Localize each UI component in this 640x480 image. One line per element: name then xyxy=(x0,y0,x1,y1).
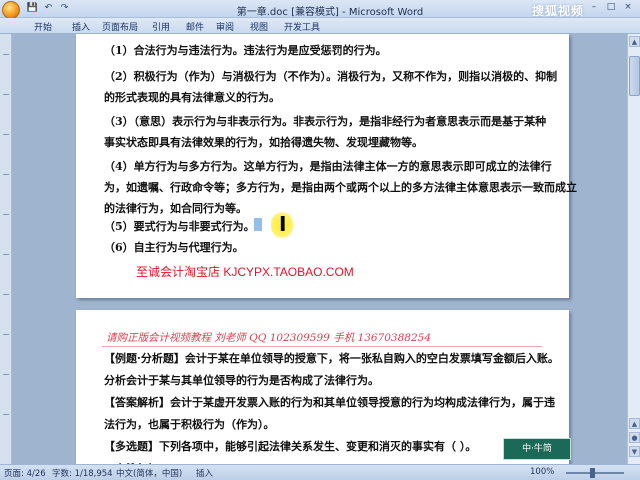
ribbon-tabs: 开始 插入 页面布局 引用 邮件 审阅 视图 开发工具 xyxy=(0,18,640,34)
header-rule xyxy=(102,346,542,347)
document-page[interactable]: 请购正版会计视频教程 刘老师 QQ 102309599 手机 136703882… xyxy=(76,310,569,475)
paragraph-line: 法行为，也属于积极行为（作为）。 xyxy=(104,418,275,431)
ibeam-cursor-icon: I xyxy=(279,212,287,236)
next-page-icon[interactable]: ▼ xyxy=(629,446,640,457)
scroll-thumb[interactable] xyxy=(629,56,640,96)
tab-page-layout[interactable]: 页面布局 xyxy=(102,20,138,33)
zoom-slider-handle[interactable] xyxy=(590,468,595,478)
tab-home[interactable]: 开始 xyxy=(34,20,52,33)
paragraph-line: （4）单方行为与多方行为。这单方行为，是指由法律主体一方的意思表示即可成立的法律… xyxy=(104,160,552,173)
office-button[interactable] xyxy=(2,1,20,19)
paragraph-line: （3）（意思）表示行为与非表示行为。非表示行为，是指非经行为者意思表示而是基于某… xyxy=(104,115,547,128)
insert-mode[interactable]: 插入 xyxy=(196,467,213,479)
zoom-slider[interactable] xyxy=(566,472,624,474)
redo-icon[interactable]: ↷ xyxy=(58,2,71,15)
status-bar: 页面: 4/26 字数: 1/18,954 中文(简体，中国) 插入 100% xyxy=(0,464,640,480)
paragraph-line: （6）自主行为与代理行为。 xyxy=(104,241,244,254)
watermark-logo: 搜狐视频 xyxy=(532,4,585,18)
browse-object-icon[interactable]: ● xyxy=(629,432,640,443)
minimize-button[interactable]: – xyxy=(586,0,602,14)
header-ad: 请购正版会计视频教程 刘老师 QQ 102309599 手机 136703882… xyxy=(106,332,432,344)
paragraph-line: （2）积极行为（作为）与消极行为（不作为）。消极行为，又称不作为，则指以消极的、… xyxy=(104,70,558,83)
tab-view[interactable]: 视图 xyxy=(250,20,268,33)
shop-link: 至诚会计淘宝店 KJCYPX.TAOBAO.COM xyxy=(136,265,354,279)
paragraph-line: 的法律行为，如合同行为等。 xyxy=(104,202,247,215)
tab-developer[interactable]: 开发工具 xyxy=(284,20,320,33)
tab-mailings[interactable]: 邮件 xyxy=(186,20,204,33)
tab-review[interactable]: 审阅 xyxy=(216,20,234,33)
page-counter[interactable]: 页面: 4/26 xyxy=(4,467,46,479)
zoom-level[interactable]: 100% xyxy=(530,467,554,477)
paragraph-line: 【多选题】下列各项中，能够引起法律关系发生、变更和消灭的事实有（ ）。 xyxy=(104,440,477,453)
paragraph-line: 为，如遗嘱、行政命令等；多方行为，是指由两个或两个以上的多方法律主体意思表示一致… xyxy=(104,181,577,194)
paragraph-line: 分析会计于某与其单位领导的行为是否构成了法律行为。 xyxy=(104,374,379,387)
scroll-up-icon[interactable]: ▲ xyxy=(629,36,640,47)
watermark-logo: 中·牛简 xyxy=(503,438,571,460)
maximize-button[interactable]: □ xyxy=(603,0,619,14)
vertical-ruler xyxy=(0,34,12,464)
undo-icon[interactable]: ↶ xyxy=(42,2,55,15)
paragraph-line: 【例题·分析题】会计于某在单位领导的授意下，将一张私自购入的空白发票填写金额后入… xyxy=(104,352,559,365)
paragraph-line: 的形式表现的具有法律意义的行为。 xyxy=(104,91,280,104)
paragraph-line: （1）合法行为与违法行为。违法行为是应受惩罚的行为。 xyxy=(104,44,387,57)
paragraph-line: 事实状态即具有法律效果的行为，如拾得遗失物、发现埋藏物等。 xyxy=(104,136,423,149)
document-page[interactable]: （1）合法行为与违法行为。违法行为是应受惩罚的行为。 （2）积极行为（作为）与消… xyxy=(76,34,577,298)
prev-page-icon[interactable]: ▲ xyxy=(629,418,640,429)
tab-references[interactable]: 引用 xyxy=(152,20,170,33)
tab-insert[interactable]: 插入 xyxy=(72,20,90,33)
paragraph-line: 【答案解析】会计于某虚开发票入账的行为和其单位领导授意的行为均构成法律行为，属于… xyxy=(104,396,555,409)
window-title: 第一章.doc [兼容模式] - Microsoft Word xyxy=(236,7,424,18)
close-button[interactable]: × xyxy=(620,0,636,14)
word-count[interactable]: 字数: 1/18,954 xyxy=(52,467,113,479)
vertical-scrollbar[interactable]: ▲ ▲ ● ▼ xyxy=(627,34,640,464)
language-status[interactable]: 中文(简体，中国) xyxy=(116,467,182,479)
paragraph-line: （5）要式行为与非要式行为。 xyxy=(104,220,255,233)
title-bar: 💾 ↶ ↷ 第一章.doc [兼容模式] - Microsoft Word 搜狐… xyxy=(0,0,640,19)
save-icon[interactable]: 💾 xyxy=(26,2,39,15)
